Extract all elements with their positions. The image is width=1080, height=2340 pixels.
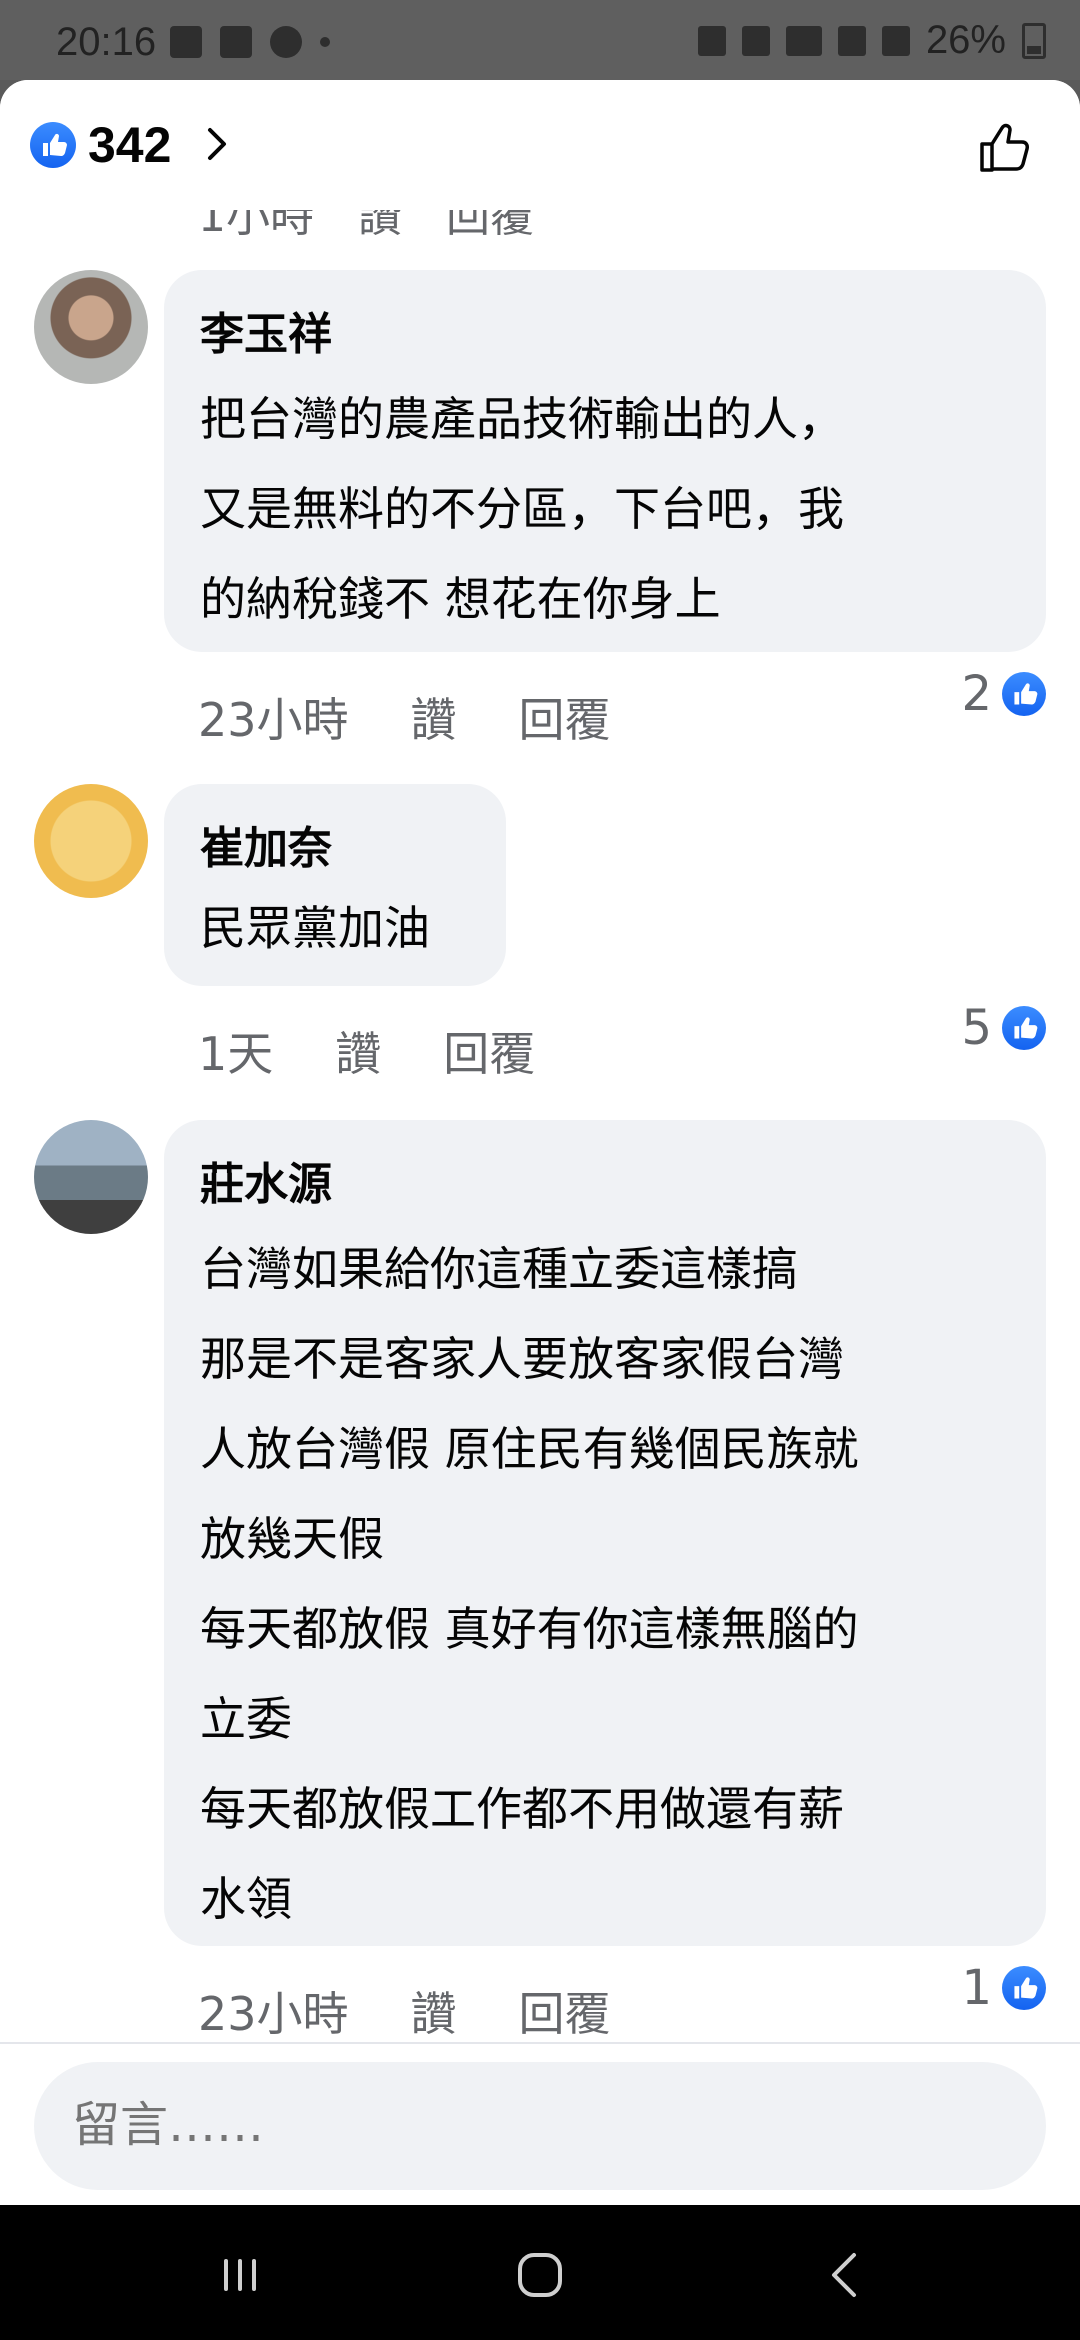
sheet-header: 342 [0, 80, 1080, 210]
like-link[interactable]: 讚 [335, 1018, 381, 1084]
avatar[interactable] [34, 784, 148, 898]
comment-time: 23小時 [198, 693, 349, 747]
comment-line: 人放台灣假 原住民有幾個民族就 [200, 1422, 859, 1476]
comment-author[interactable]: 李玉祥 [200, 298, 1010, 362]
comment-line: 立委 [200, 1692, 292, 1746]
wifi-icon [785, 25, 822, 56]
mute-icon [741, 25, 770, 56]
back-icon[interactable] [816, 2245, 876, 2305]
comment-line: 的納稅錢不 想花在你身上 [200, 572, 721, 626]
home-icon[interactable] [510, 2245, 570, 2305]
comment-line: 每天都放假工作都不用做還有薪 [200, 1782, 844, 1836]
like-link[interactable]: 讚 [411, 684, 457, 750]
comment-line: 把台灣的農產品技術輸出的人， [200, 392, 844, 446]
comment-text: 民眾黨加油 [200, 888, 470, 968]
sim-icon [697, 25, 726, 56]
comment-author[interactable]: 莊水源 [200, 1148, 1010, 1212]
like-reaction-icon [1002, 672, 1046, 716]
system-nav-bar [0, 2205, 1080, 2340]
avatar[interactable] [34, 1120, 148, 1234]
image-icon [170, 26, 202, 58]
reply-link[interactable]: 回覆 [519, 684, 611, 750]
avatar[interactable] [34, 270, 148, 384]
comment-reactions[interactable]: 1 [961, 1960, 1046, 2016]
status-bar: 20:16 26% [0, 0, 1080, 80]
comment-line: 又是無料的不分區，下台吧，我 [200, 482, 844, 536]
facebook-icon [270, 26, 302, 58]
comment-line: 水領 [200, 1872, 292, 1926]
reply-link[interactable]: 回覆 [443, 1018, 535, 1084]
comment-meta: 23小時 讚 回覆 [198, 684, 611, 750]
chevron-right-icon[interactable] [198, 124, 238, 164]
comments-sheet: 342 1小時 讚 回覆 李玉祥 把台灣的農產品技術輸出的人， 又是無料的不分區… [0, 80, 1080, 2205]
like-reaction-icon [1002, 1006, 1046, 1050]
comment-meta: 23小時 讚 回覆 [198, 1978, 611, 2044]
status-system-icons: 26% [697, 18, 1046, 63]
status-time: 20:16 [56, 20, 157, 64]
signal-icon [881, 25, 910, 56]
comment-author[interactable]: 崔加奈 [200, 812, 470, 876]
volte-icon [837, 25, 866, 56]
reaction-count: 2 [961, 666, 992, 722]
like-reaction-icon[interactable] [30, 122, 76, 168]
composer-divider [0, 2042, 1080, 2044]
likes-count[interactable]: 342 [88, 116, 171, 174]
comment-line: 民眾黨加油 [200, 901, 430, 955]
comment-reactions[interactable]: 2 [961, 666, 1046, 722]
comment-bubble: 崔加奈 民眾黨加油 [164, 784, 506, 986]
comment-reactions[interactable]: 5 [961, 1000, 1046, 1056]
comment-bubble: 李玉祥 把台灣的農產品技術輸出的人， 又是無料的不分區，下台吧，我 的納稅錢不 … [164, 270, 1046, 652]
comment-bubble: 莊水源 台灣如果給你這種立委這樣搞 那是不是客家人要放客家假台灣 人放台灣假 原… [164, 1120, 1046, 1946]
battery-percent: 26% [925, 18, 1006, 62]
reaction-count: 5 [961, 1000, 992, 1056]
comment-input[interactable] [70, 2096, 974, 2154]
comment-line: 放幾天假 [200, 1512, 384, 1566]
app-icon [220, 26, 252, 58]
comment-time: 1天 [198, 1027, 274, 1081]
recent-apps-icon[interactable] [210, 2245, 270, 2305]
like-button-icon[interactable] [974, 116, 1036, 178]
battery-icon [1022, 22, 1046, 59]
comment-text: 台灣如果給你這種立委這樣搞 那是不是客家人要放客家假台灣 人放台灣假 原住民有幾… [200, 1224, 1010, 1944]
status-notification-icons [170, 26, 330, 58]
like-link[interactable]: 讚 [411, 1978, 457, 2044]
comment-time: 23小時 [198, 1987, 349, 2041]
comment-line: 台灣如果給你這種立委這樣搞 [200, 1242, 798, 1296]
more-notifications-icon [320, 37, 330, 47]
comment-line: 每天都放假 真好有你這樣無腦的 [200, 1602, 859, 1656]
comment-line: 那是不是客家人要放客家假台灣 [200, 1332, 844, 1386]
reply-link[interactable]: 回覆 [519, 1978, 611, 2044]
comment-composer[interactable] [34, 2062, 1046, 2190]
like-reaction-icon [1002, 1966, 1046, 2010]
reaction-count: 1 [961, 1960, 992, 2016]
comment-meta: 1天 讚 回覆 [198, 1018, 535, 1084]
comment-text: 把台灣的農產品技術輸出的人， 又是無料的不分區，下台吧，我 的納稅錢不 想花在你… [200, 374, 1010, 644]
